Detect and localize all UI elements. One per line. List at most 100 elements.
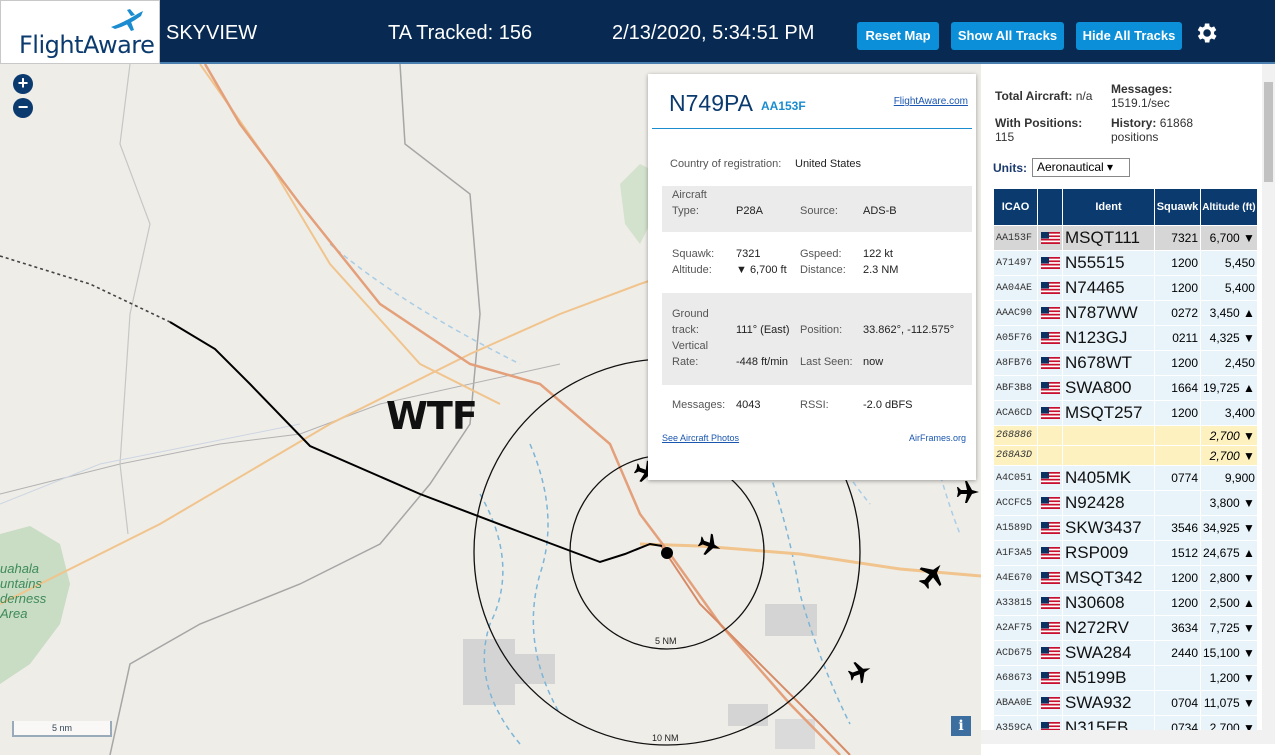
row-flag	[1038, 426, 1062, 445]
tracked-count: TA Tracked: 156	[388, 22, 533, 44]
aircraft-table: ICAO Ident Squawk Altitude (ft) AA153F MS…	[993, 188, 1258, 741]
row-ident: SWA284	[1063, 641, 1154, 665]
logo-text: FlightAware	[19, 31, 155, 59]
table-row[interactable]: AAAC90 N787WW 0272 3,450 ▲	[994, 301, 1257, 325]
table-row[interactable]: A1589D SKW3437 3546 34,925 ▼	[994, 516, 1257, 540]
scrollbar-thumb[interactable]	[1264, 82, 1273, 182]
row-squawk: 1200	[1155, 251, 1200, 275]
aircraft-photos-link[interactable]: See Aircraft Photos	[662, 433, 739, 443]
row-squawk: 3634	[1155, 616, 1200, 640]
table-row[interactable]: AA04AE N74465 1200 5,400	[994, 276, 1257, 300]
col-squawk[interactable]: Squawk	[1155, 189, 1200, 225]
wilderness-label: uahala untains derness Area	[0, 561, 47, 621]
row-altitude: 11,075 ▼	[1201, 691, 1257, 715]
info-icon[interactable]: i	[951, 716, 971, 736]
popup-type-row: Aircraft Type: P28A Source: ADS-B	[662, 186, 972, 232]
row-flag	[1038, 516, 1062, 540]
row-ident: SWA932	[1063, 691, 1154, 715]
table-row[interactable]: A4C051 N405MK 0774 9,900	[994, 466, 1257, 490]
us-flag-icon	[1040, 382, 1060, 395]
table-row[interactable]: 268A3D 2,700 ▼	[994, 446, 1257, 465]
us-flag-icon	[1040, 647, 1060, 660]
map-overlay-label: WTF	[386, 394, 478, 438]
col-altitude[interactable]: Altitude (ft)	[1201, 189, 1257, 225]
row-altitude: 2,800 ▼	[1201, 566, 1257, 590]
row-ident: N5199B	[1063, 666, 1154, 690]
row-squawk: 1200	[1155, 351, 1200, 375]
row-flag	[1038, 351, 1062, 375]
horizontal-scrollbar[interactable]	[981, 730, 1275, 744]
row-ident: MSQT257	[1063, 401, 1154, 425]
row-squawk: 2440	[1155, 641, 1200, 665]
popup-messages-row: Messages: 4043 RSSI: -2.0 dBFS	[672, 399, 913, 411]
row-altitude: 1,200 ▼	[1201, 666, 1257, 690]
reset-map-button[interactable]: Reset Map	[857, 22, 939, 50]
col-flag[interactable]	[1038, 189, 1062, 225]
with-positions-stat: With Positions: 115	[995, 116, 1083, 144]
gear-icon[interactable]	[1193, 20, 1219, 46]
airframes-link[interactable]: AirFrames.org	[909, 433, 966, 443]
row-ident: SKW3437	[1063, 516, 1154, 540]
col-icao[interactable]: ICAO	[994, 189, 1037, 225]
row-squawk: 1200	[1155, 566, 1200, 590]
row-squawk	[1155, 491, 1200, 515]
row-ident	[1063, 426, 1154, 445]
table-row[interactable]: ABAA0E SWA932 0704 11,075 ▼	[994, 691, 1257, 715]
flightaware-logo[interactable]: FlightAware	[0, 0, 160, 64]
row-ident: N678WT	[1063, 351, 1154, 375]
popup-track-row: Ground track: 111° (East) Position: 33.8…	[662, 293, 972, 385]
table-row[interactable]: A71497 N55515 1200 5,450	[994, 251, 1257, 275]
row-altitude: 5,400	[1201, 276, 1257, 300]
row-altitude: 34,925 ▼	[1201, 516, 1257, 540]
zoom-in-button[interactable]: +	[13, 74, 33, 94]
row-icao: AA04AE	[994, 276, 1037, 300]
row-flag	[1038, 251, 1062, 275]
table-row[interactable]: ACD675 SWA284 2440 15,100 ▼	[994, 641, 1257, 665]
row-flag	[1038, 491, 1062, 515]
row-ident	[1063, 446, 1154, 465]
row-icao: A33815	[994, 591, 1037, 615]
row-squawk	[1155, 446, 1200, 465]
row-ident: N74465	[1063, 276, 1154, 300]
zoom-out-button[interactable]: −	[13, 98, 33, 118]
table-row[interactable]: A33815 N30608 1200 2,500 ▲	[994, 591, 1257, 615]
table-row[interactable]: A4E670 MSQT342 1200 2,800 ▼	[994, 566, 1257, 590]
table-row[interactable]: ACCFC5 N92428 3,800 ▼	[994, 491, 1257, 515]
row-flag	[1038, 591, 1062, 615]
units-select[interactable]: Aeronautical ▾	[1032, 158, 1130, 177]
row-icao: ABF3B8	[994, 376, 1037, 400]
table-row[interactable]: 268886 2,700 ▼	[994, 426, 1257, 445]
table-row[interactable]: A05F76 N123GJ 0211 4,325 ▼	[994, 326, 1257, 350]
us-flag-icon	[1040, 332, 1060, 345]
table-row[interactable]: A2AF75 N272RV 3634 7,725 ▼	[994, 616, 1257, 640]
row-icao: A1589D	[994, 516, 1037, 540]
us-flag-icon	[1040, 697, 1060, 710]
vertical-scrollbar[interactable]	[1262, 64, 1275, 744]
row-ident: N405MK	[1063, 466, 1154, 490]
messages-stat: Messages: 1519.1/sec	[1111, 82, 1173, 110]
table-row[interactable]: ACA6CD MSQT257 1200 3,400	[994, 401, 1257, 425]
hide-all-tracks-button[interactable]: Hide All Tracks	[1076, 22, 1182, 50]
row-ident: N272RV	[1063, 616, 1154, 640]
row-icao: 268A3D	[994, 446, 1037, 465]
us-flag-icon	[1040, 597, 1060, 610]
flightaware-link[interactable]: FlightAware.com	[894, 96, 968, 107]
row-altitude: 4,325 ▼	[1201, 326, 1257, 350]
us-flag-icon	[1040, 672, 1060, 685]
aircraft-marker	[957, 481, 979, 503]
row-altitude: 3,450 ▲	[1201, 301, 1257, 325]
row-ident: N787WW	[1063, 301, 1154, 325]
table-row[interactable]: A8FB76 N678WT 1200 2,450	[994, 351, 1257, 375]
row-icao: ACA6CD	[994, 401, 1037, 425]
row-squawk: 1200	[1155, 276, 1200, 300]
show-all-tracks-button[interactable]: Show All Tracks	[951, 22, 1064, 50]
table-row[interactable]: AA153F MSQT111 7321 6,700 ▼	[994, 226, 1257, 250]
row-squawk: 1200	[1155, 401, 1200, 425]
row-icao: 268886	[994, 426, 1037, 445]
table-row[interactable]: A68673 N5199B 1,200 ▼	[994, 666, 1257, 690]
col-ident[interactable]: Ident	[1063, 189, 1154, 225]
row-ident: MSQT111	[1063, 226, 1154, 250]
table-row[interactable]: A1F3A5 RSP009 1512 24,675 ▲	[994, 541, 1257, 565]
row-icao: AA153F	[994, 226, 1037, 250]
table-row[interactable]: ABF3B8 SWA800 1664 19,725 ▲	[994, 376, 1257, 400]
